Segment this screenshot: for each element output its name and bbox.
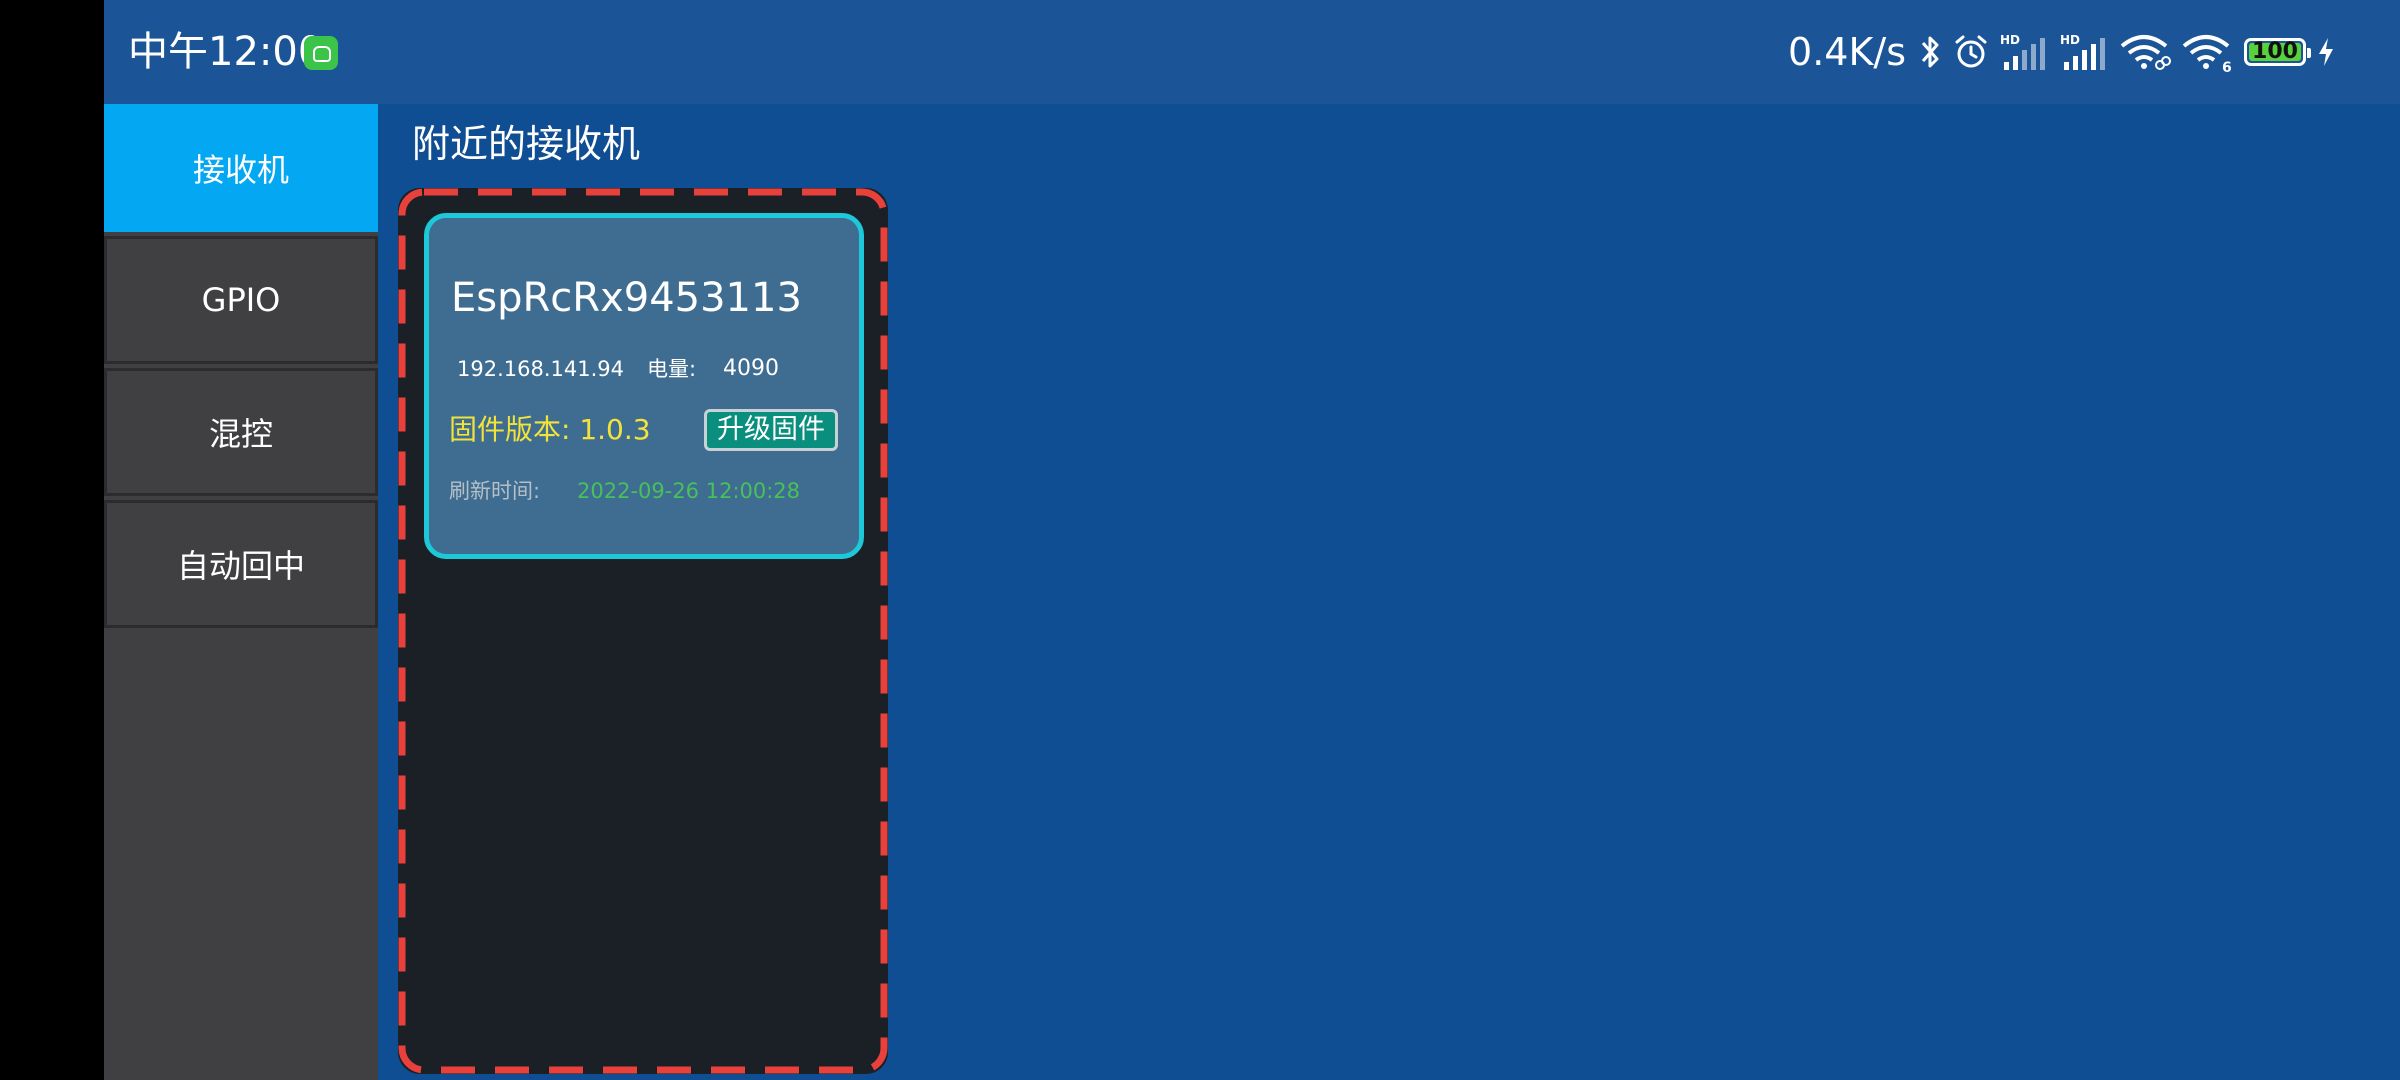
- power-value: 4090: [723, 356, 779, 381]
- sidebar-item-receiver[interactable]: 接收机: [104, 104, 378, 232]
- wifi-6-icon: 6: [2182, 32, 2234, 72]
- battery-level: 100: [2252, 39, 2298, 64]
- svg-text:HD: HD: [2000, 33, 2020, 47]
- receiver-name: EspRcRx9453113: [451, 275, 802, 321]
- firmware-version: 固件版本: 1.0.3: [449, 413, 651, 446]
- bluetooth-icon: [1918, 34, 1942, 70]
- status-time: 中午12:00: [128, 29, 324, 75]
- sidebar-item-label: 自动回中: [176, 547, 305, 585]
- sidebar-item-label: 接收机: [192, 151, 289, 189]
- app-notification-icon: [304, 36, 338, 70]
- refresh-time-label: 刷新时间:: [449, 479, 541, 503]
- power-label: 电量:: [647, 357, 697, 381]
- sidebar-item-label: GPIO: [201, 281, 281, 319]
- wifi-link-icon: [2120, 32, 2172, 72]
- svg-text:HD: HD: [2060, 33, 2080, 47]
- sidebar-item-label: 混控: [208, 415, 273, 453]
- battery-tip: [2307, 48, 2311, 58]
- svg-text:6: 6: [2222, 60, 2232, 72]
- refresh-time-value: 2022-09-26 12:00:28: [577, 479, 801, 503]
- status-icons: 0.4K/s HD HD 6 100: [1788, 24, 2336, 80]
- hd-signal-icon: HD: [2000, 32, 2050, 72]
- charging-icon: [2316, 36, 2336, 68]
- black-edge-bar: [0, 0, 104, 1080]
- battery-icon: 100: [2244, 38, 2311, 66]
- receiver-ip: 192.168.141.94: [457, 357, 624, 381]
- sidebar: 接收机 GPIO 混控 自动回中: [104, 104, 378, 1080]
- sidebar-item-auto-center[interactable]: 自动回中: [104, 500, 378, 628]
- status-bar: 中午12:00 0.4K/s HD HD 6 100: [104, 0, 2400, 104]
- hd-signal-icon: HD: [2060, 32, 2110, 72]
- sidebar-item-mix[interactable]: 混控: [104, 368, 378, 496]
- upgrade-firmware-button[interactable]: 升级固件: [704, 409, 838, 451]
- receiver-card[interactable]: EspRcRx9453113 192.168.141.94 电量: 4090 固…: [424, 213, 864, 559]
- net-speed: 0.4K/s: [1788, 30, 1906, 74]
- alarm-icon: [1952, 33, 1990, 71]
- sidebar-item-gpio[interactable]: GPIO: [104, 236, 378, 364]
- page-title: 附近的接收机: [412, 122, 641, 166]
